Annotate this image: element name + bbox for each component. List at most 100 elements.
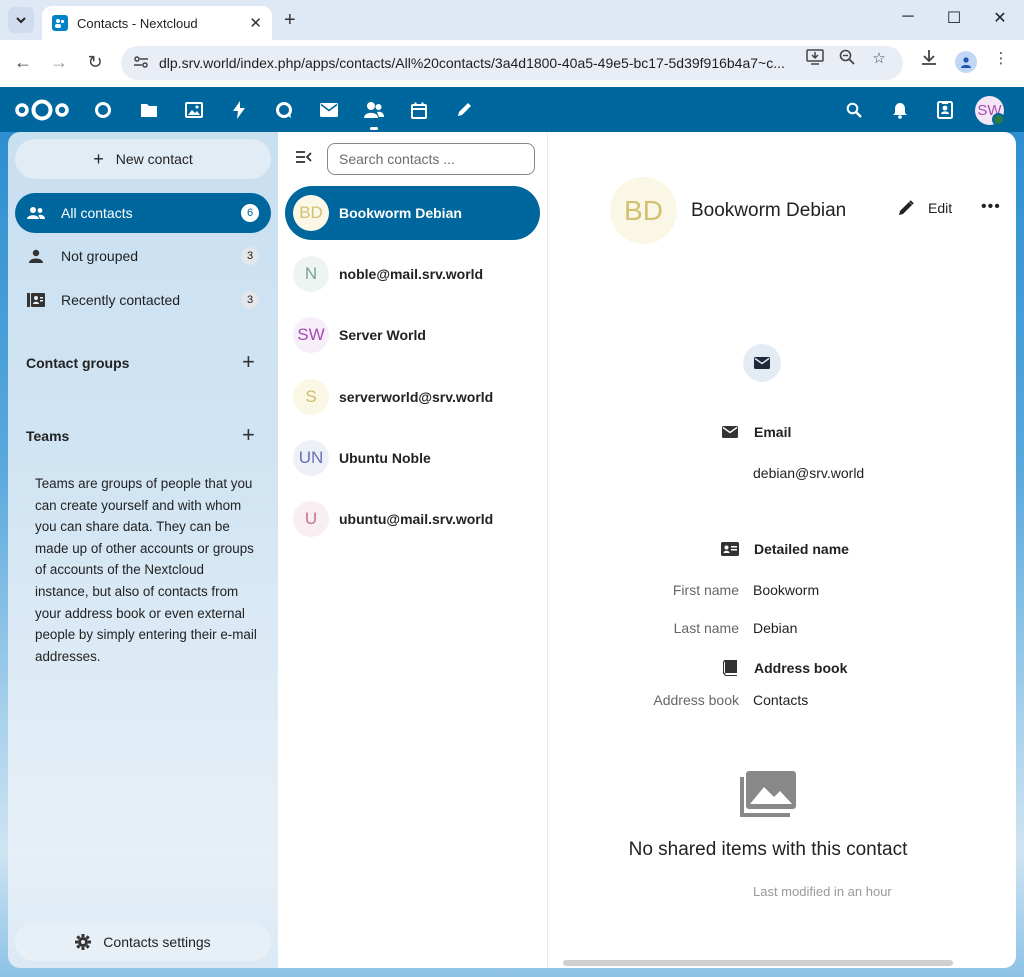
- add-group-button[interactable]: +: [242, 349, 255, 375]
- tab-close-icon[interactable]: ✕: [249, 14, 262, 32]
- site-info-icon[interactable]: [133, 55, 153, 72]
- notifications-bell-icon[interactable]: [889, 99, 911, 121]
- contact-item[interactable]: UN Ubuntu Noble: [285, 431, 540, 485]
- detailed-name-section-heading: Detailed name: [720, 541, 849, 557]
- new-contact-button[interactable]: + New contact: [15, 139, 271, 179]
- browser-menu-icon[interactable]: ⋮: [990, 49, 1012, 67]
- contact-avatar: N: [293, 256, 329, 292]
- count-badge: 6: [241, 204, 259, 222]
- empty-content-text: No shared items with this contact: [628, 839, 908, 860]
- email-value[interactable]: debian@srv.world: [753, 465, 864, 481]
- nav-item-label: All contacts: [61, 205, 133, 221]
- photos-icon[interactable]: [183, 99, 205, 121]
- contacts-menu-icon[interactable]: [934, 99, 956, 121]
- nextcloud-header: [0, 87, 1024, 132]
- address-book-section-heading: Address book: [720, 660, 847, 676]
- person-icon: [27, 247, 45, 265]
- mail-icon: [720, 426, 740, 438]
- browser-tab[interactable]: Contacts - Nextcloud ✕: [42, 6, 272, 40]
- contact-name: serverworld@srv.world: [339, 389, 494, 405]
- zoom-icon[interactable]: [836, 49, 858, 69]
- bookmark-star-icon[interactable]: ☆: [868, 49, 890, 67]
- nav-item-not-grouped[interactable]: Not grouped 3: [15, 236, 271, 276]
- nextcloud-contacts-favicon-icon: [52, 15, 68, 31]
- nav-item-label: Not grouped: [61, 248, 139, 264]
- contact-name: noble@mail.srv.world: [339, 266, 484, 282]
- back-icon[interactable]: ←: [12, 52, 34, 73]
- forward-icon[interactable]: →: [48, 52, 70, 73]
- mail-icon[interactable]: [318, 99, 340, 121]
- downloads-icon[interactable]: [918, 49, 940, 69]
- contact-avatar: U: [293, 501, 329, 537]
- email-section-heading: Email: [720, 424, 791, 440]
- dashboard-icon[interactable]: [92, 99, 114, 121]
- plus-icon: +: [93, 148, 104, 169]
- shared-media-icon: [738, 769, 798, 824]
- close-window-button[interactable]: ✕: [990, 8, 1010, 28]
- install-app-icon[interactable]: [804, 49, 826, 69]
- calendar-icon[interactable]: [408, 99, 430, 121]
- send-email-button[interactable]: [743, 344, 781, 382]
- last-name-label: Last name: [673, 620, 739, 636]
- more-actions-icon[interactable]: •••: [981, 198, 1001, 216]
- browser-profile-icon[interactable]: [955, 51, 977, 73]
- address-book-label: Address book: [653, 692, 739, 708]
- edit-button[interactable]: Edit: [898, 200, 952, 216]
- recent-icon: [27, 291, 45, 309]
- contact-name: Ubuntu Noble: [339, 450, 431, 466]
- email-heading: Email: [754, 424, 792, 440]
- last-name-value: Debian: [753, 620, 798, 636]
- first-name-label: First name: [672, 582, 739, 598]
- id-card-icon: [720, 542, 740, 556]
- address-book-heading: Address book: [754, 660, 848, 676]
- maximize-button[interactable]: ☐: [944, 8, 964, 28]
- add-team-button[interactable]: +: [242, 422, 255, 448]
- contact-avatar: BD: [293, 195, 329, 231]
- contact-item[interactable]: N noble@mail.srv.world: [285, 247, 540, 301]
- contact-item[interactable]: SW Server World: [285, 308, 540, 362]
- teams-heading[interactable]: Teams: [26, 428, 69, 444]
- nav-item-recently-contacted[interactable]: Recently contacted 3: [15, 280, 271, 320]
- address-book-value[interactable]: Contacts: [753, 692, 808, 708]
- contact-name: Server World: [339, 327, 426, 343]
- notes-icon[interactable]: [453, 99, 475, 121]
- group-icon: [27, 204, 45, 222]
- nav-item-label: Recently contacted: [61, 292, 181, 308]
- contact-groups-heading[interactable]: Contact groups: [26, 355, 129, 371]
- contact-detail-avatar[interactable]: BD: [610, 177, 677, 244]
- contact-item[interactable]: BD Bookworm Debian: [285, 186, 540, 240]
- browser-toolbar: ← → ↻ dlp.srv.world/index.php/apps/conta…: [0, 40, 1024, 87]
- contact-item[interactable]: U ubuntu@mail.srv.world: [285, 492, 540, 546]
- contact-item[interactable]: S serverworld@srv.world: [285, 370, 540, 424]
- count-badge: 3: [241, 291, 259, 309]
- mail-icon: [754, 357, 770, 369]
- nextcloud-logo-icon[interactable]: [14, 97, 70, 128]
- url-text: dlp.srv.world/index.php/apps/contacts/Al…: [159, 55, 785, 71]
- minimize-button[interactable]: ─: [898, 8, 918, 26]
- detailed-name-heading: Detailed name: [754, 541, 849, 557]
- contact-detail-name: Bookworm Debian: [691, 200, 847, 221]
- address-bar[interactable]: dlp.srv.world/index.php/apps/contacts/Al…: [121, 46, 903, 80]
- last-modified-text: Last modified in an hour: [753, 884, 892, 899]
- app-navigation: + New contact All contacts 6 Not grouped…: [8, 132, 278, 968]
- settings-label: Contacts settings: [103, 934, 211, 950]
- horizontal-scrollbar[interactable]: [563, 960, 953, 966]
- tab-title: Contacts - Nextcloud: [77, 15, 198, 31]
- talk-icon[interactable]: [273, 99, 295, 121]
- files-icon[interactable]: [138, 99, 160, 121]
- contacts-settings-button[interactable]: Contacts settings: [15, 923, 271, 961]
- collapse-navigation-icon[interactable]: [296, 150, 312, 168]
- activity-icon[interactable]: [228, 99, 250, 121]
- first-name-value: Bookworm: [753, 582, 820, 598]
- reload-icon[interactable]: ↻: [84, 52, 106, 73]
- edit-label: Edit: [928, 200, 953, 216]
- gear-icon: [75, 934, 92, 950]
- contact-avatar: S: [293, 379, 329, 415]
- nav-item-all-contacts[interactable]: All contacts 6: [15, 193, 271, 233]
- contacts-icon[interactable]: [363, 99, 385, 121]
- tab-search-button[interactable]: [8, 7, 34, 33]
- new-tab-button[interactable]: +: [284, 9, 296, 32]
- search-contacts-input[interactable]: [327, 143, 535, 175]
- unified-search-icon[interactable]: [843, 99, 865, 121]
- active-app-indicator: [370, 127, 378, 130]
